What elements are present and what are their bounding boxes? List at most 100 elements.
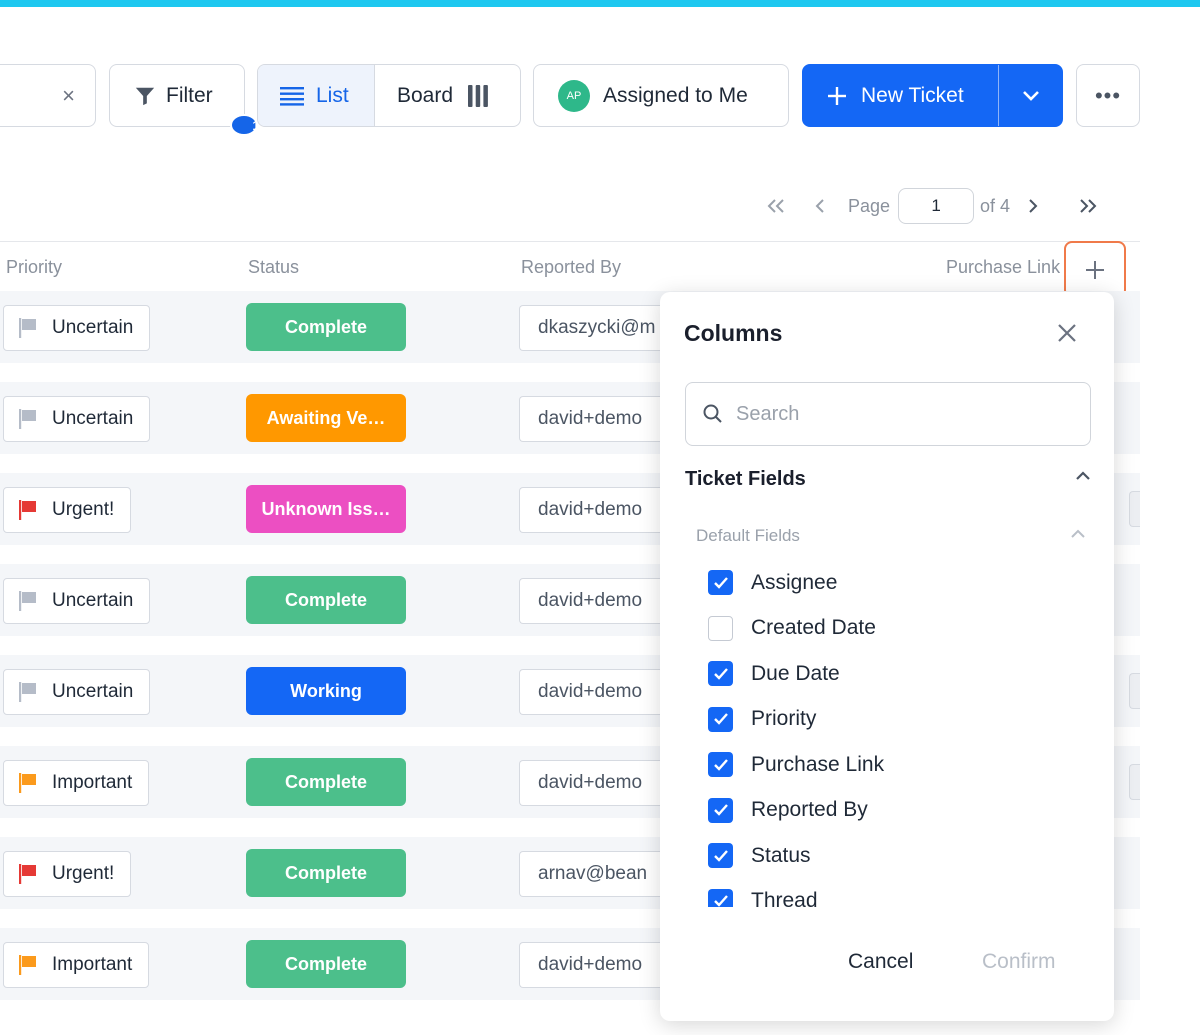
priority-badge[interactable]: Uncertain [3,305,151,351]
filter-label: Filter [166,83,213,107]
column-header-reported-by[interactable]: Reported By [521,257,621,278]
previous-page-button[interactable] [792,198,848,214]
column-header-priority[interactable]: Priority [6,257,62,278]
status-badge[interactable]: Unknown Iss… [246,485,406,533]
new-ticket-button[interactable]: New Ticket [803,65,999,126]
checkbox[interactable] [708,843,733,869]
cell-edge [1129,491,1140,527]
column-header-purchase-link[interactable]: Purchase Link [946,257,1068,278]
priority-badge[interactable]: Important [3,760,150,806]
priority-badge[interactable]: Important [3,942,150,988]
filter-button[interactable]: Filter [109,64,245,127]
reported-by-cell[interactable]: david+demo [519,578,679,624]
checkmark-icon [713,576,728,589]
column-option[interactable]: Thread [708,879,1088,907]
checkmark-icon [713,758,728,771]
priority-badge[interactable]: Urgent! [3,851,132,897]
column-option[interactable]: Status [708,833,1088,879]
cancel-button[interactable]: Cancel [848,950,913,974]
column-option[interactable]: Priority [708,697,1088,743]
column-option-label: Status [751,843,811,867]
top-accent-bar [0,0,1200,7]
assigned-to-me-label: Assigned to Me [603,83,748,107]
column-search-field [685,382,1091,446]
priority-badge[interactable]: Uncertain [3,578,151,624]
add-column-button[interactable] [1064,241,1126,298]
column-header-status[interactable]: Status [248,257,299,278]
chevron-down-icon [1022,90,1039,101]
table-header: Priority Status Reported By Purchase Lin… [0,241,1140,292]
checkbox[interactable] [708,661,733,687]
checkbox[interactable] [708,888,733,907]
view-toggle: List Board [257,64,521,127]
list-icon [280,86,304,106]
column-option[interactable]: Purchase Link [708,742,1088,788]
checkmark-icon [713,713,728,725]
new-ticket-dropdown-button[interactable] [999,90,1062,102]
checkmark-icon [713,895,728,907]
reported-by-cell[interactable]: david+demo [519,760,679,806]
board-view-button[interactable]: Board [375,65,520,126]
close-icon[interactable] [1056,322,1078,344]
status-badge[interactable]: Complete [246,940,406,988]
confirm-button[interactable]: Confirm [982,950,1056,974]
status-badge[interactable]: Complete [246,758,406,806]
first-page-button[interactable] [760,198,792,214]
column-checklist: Assignee Created Date Due Date Priority Purc… [708,560,1088,907]
reported-by-cell[interactable]: david+demo [519,487,679,533]
flag-icon [19,500,36,520]
column-option[interactable]: Created Date [708,606,1088,652]
status-badge[interactable]: Working [246,667,406,715]
column-search-input[interactable] [736,402,1066,426]
double-chevron-right-icon [1080,199,1097,213]
reported-by-cell[interactable]: dkaszycki@m [519,305,679,351]
board-view-label: Board [397,83,454,107]
column-option-label: Purchase Link [751,752,885,776]
reported-by-cell[interactable]: david+demo [519,942,679,988]
flag-icon [19,409,36,429]
new-ticket-split-button: New Ticket [802,64,1063,127]
column-option[interactable]: Due Date [708,651,1088,697]
chevron-left-icon [815,199,824,213]
cell-edge [1129,764,1140,800]
priority-label: Urgent! [52,863,115,884]
checkmark-icon [713,667,728,680]
page-number-input[interactable]: 1 [898,188,975,224]
status-badge[interactable]: Awaiting Ve… [246,394,406,442]
checkbox[interactable] [708,797,733,823]
reported-by-cell[interactable]: david+demo [519,396,679,442]
ticket-fields-section-toggle[interactable]: Ticket Fields [685,468,1091,491]
filter-icon [135,87,155,105]
next-page-button[interactable] [1010,198,1056,214]
search-icon [703,404,722,423]
priority-badge[interactable]: Uncertain [3,396,151,442]
last-page-button[interactable] [1056,198,1120,214]
clear-search-icon[interactable]: × [62,83,75,109]
column-option[interactable]: Reported By [708,788,1088,834]
assigned-to-me-button[interactable]: AP Assigned to Me [533,64,789,127]
filter-count-badge: 1 [230,114,260,136]
flag-icon [19,318,36,338]
checkmark-icon [713,804,728,816]
status-badge[interactable]: Complete [246,303,406,351]
checkbox[interactable] [708,706,733,732]
search-box[interactable]: × [0,64,96,127]
status-badge[interactable]: Complete [246,849,406,897]
column-option-label: Created Date [751,616,876,640]
column-option-label: Assignee [751,570,838,594]
list-view-button[interactable]: List [258,65,375,126]
status-badge[interactable]: Complete [246,576,406,624]
cell-edge [1129,673,1140,709]
more-options-button[interactable]: ••• [1076,64,1140,127]
column-option[interactable]: Assignee [708,560,1088,606]
default-fields-section-toggle[interactable]: Default Fields [696,526,1086,546]
checkbox[interactable] [708,615,733,641]
flag-icon [19,773,36,793]
plus-icon [828,86,846,105]
checkbox[interactable] [708,752,733,778]
priority-badge[interactable]: Uncertain [3,669,151,715]
priority-badge[interactable]: Urgent! [3,487,132,533]
checkbox[interactable] [708,570,733,596]
reported-by-cell[interactable]: arnav@bean [519,851,679,897]
reported-by-cell[interactable]: david+demo [519,669,679,715]
